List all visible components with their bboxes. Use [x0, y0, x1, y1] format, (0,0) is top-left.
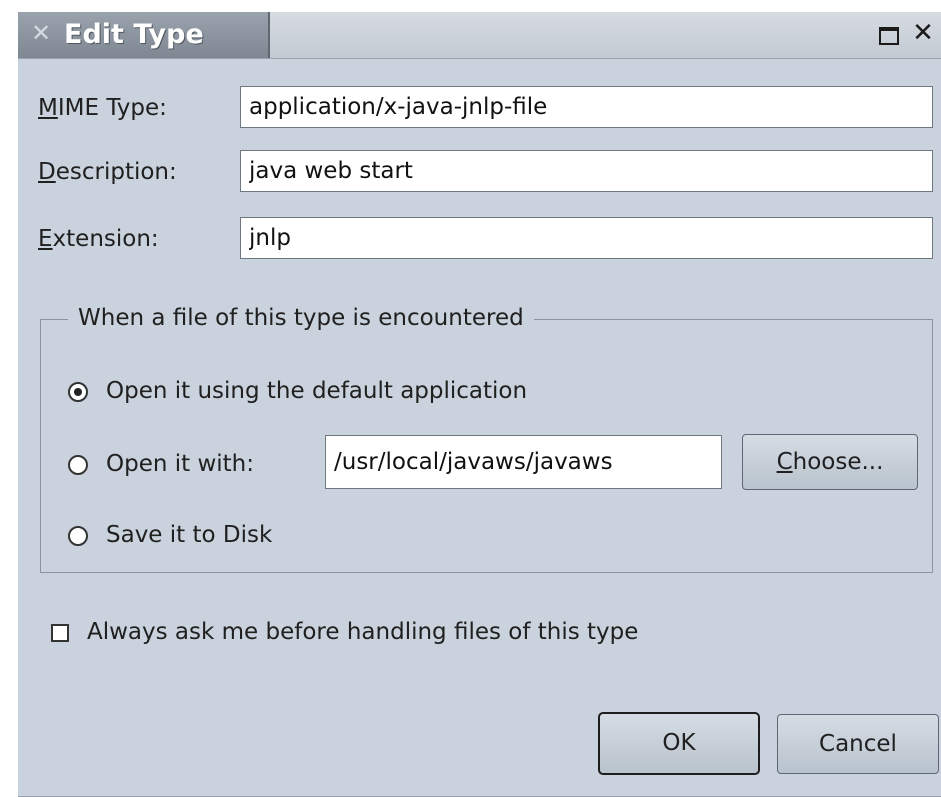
- cancel-button[interactable]: Cancel: [777, 714, 939, 774]
- option-default-application-label[interactable]: Open it using the default application: [106, 376, 527, 406]
- edit-type-dialog: ✕ Edit Type ✕ MIME Type: Description: Ex…: [18, 12, 941, 797]
- radio-default-application[interactable]: [68, 382, 88, 402]
- option-save-to-disk-label[interactable]: Save it to Disk: [106, 520, 272, 550]
- extension-label: Extension:: [38, 226, 159, 252]
- always-ask-label[interactable]: Always ask me before handling files of t…: [87, 617, 638, 647]
- radio-save-to-disk[interactable]: [68, 526, 88, 546]
- always-ask-checkbox[interactable]: [51, 624, 69, 642]
- description-field[interactable]: [240, 150, 933, 192]
- mime-type-field[interactable]: [240, 86, 933, 128]
- window-title: Edit Type: [64, 19, 204, 50]
- radio-open-with[interactable]: [68, 455, 88, 475]
- option-open-with-label[interactable]: Open it with:: [106, 449, 254, 479]
- maximize-icon[interactable]: [879, 27, 899, 45]
- close-icon[interactable]: ✕: [912, 20, 934, 46]
- x-logo-icon: ✕: [30, 19, 52, 47]
- description-label: Description:: [38, 159, 177, 185]
- title-bar[interactable]: ✕ Edit Type ✕: [18, 12, 941, 59]
- ok-button[interactable]: OK: [598, 712, 760, 775]
- application-path-field[interactable]: [325, 435, 722, 489]
- title-tab: ✕ Edit Type: [18, 12, 270, 58]
- group-legend: When a file of this type is encountered: [68, 302, 534, 334]
- mime-type-label: MIME Type:: [38, 95, 167, 121]
- extension-field[interactable]: [240, 217, 933, 259]
- choose-button[interactable]: Choose...: [742, 434, 918, 490]
